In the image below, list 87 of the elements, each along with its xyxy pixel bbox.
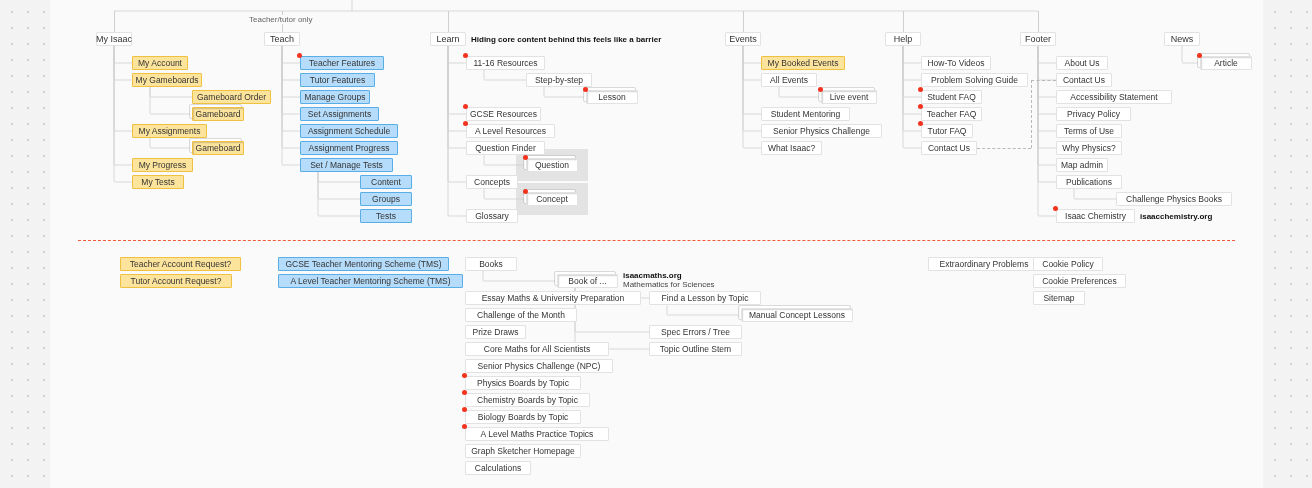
sitemap-node: What Isaac? — [761, 141, 822, 155]
sitemap-node: How-To Videos — [921, 56, 991, 70]
sitemap-node: Question — [526, 158, 578, 172]
sitemap-node: Senior Physics Challenge — [761, 124, 882, 138]
sitemap-node: Student Mentoring — [761, 107, 850, 121]
sitemap-node: Chemistry Boards by Topic — [465, 393, 590, 407]
sitemap-node: Manage Groups — [300, 90, 370, 104]
sitemap-node: Gameboard Order — [192, 90, 271, 104]
sitemap-node: My Tests — [132, 175, 184, 189]
section-node: News — [1164, 32, 1200, 46]
sitemap-node: Step-by-step — [526, 73, 592, 87]
section-node: Footer — [1020, 32, 1056, 46]
sitemap-node: About Us — [1056, 56, 1108, 70]
sitemap-node: Manual Concept Lessons — [741, 308, 853, 322]
sitemap-node: Calculations — [465, 461, 531, 475]
sitemap-node: Teacher FAQ — [921, 107, 982, 121]
sitemap-node: Lesson — [586, 90, 638, 104]
sitemap-node: Privacy Policy — [1056, 107, 1131, 121]
sitemap-node: Biology Boards by Topic — [465, 410, 581, 424]
sitemap-node: My Progress — [132, 158, 193, 172]
sitemap-node: Assignment Progress — [300, 141, 398, 155]
sitemap-node: Set / Manage Tests — [300, 158, 393, 172]
sitemap-node: Teacher Account Request? — [120, 257, 241, 271]
sitemap-node: Concepts — [466, 175, 518, 189]
sitemap-node: Content — [360, 175, 412, 189]
sitemap-node: Article — [1200, 56, 1252, 70]
sitemap-node: Physics Boards by Topic — [465, 376, 581, 390]
section-node: Help — [885, 32, 921, 46]
sitemap-node: Essay Maths & University Preparation — [465, 291, 641, 305]
sitemap-node: Cookie Policy — [1033, 257, 1103, 271]
sitemap-node: Live event — [821, 90, 877, 104]
sitemap-node: Isaac Chemistry — [1056, 209, 1135, 223]
sitemap-node: Assignment Schedule — [300, 124, 398, 138]
connector-label: Teacher/tutor only — [248, 15, 314, 24]
sitemap-node: Cookie Preferences — [1033, 274, 1126, 288]
sitemap-node: Publications — [1056, 175, 1122, 189]
sitemap-node: A Level Teacher Mentoring Scheme (TMS) — [278, 274, 463, 288]
sitemap-node: Concept — [526, 192, 578, 206]
sitemap-node: Tests — [360, 209, 412, 223]
sitemap-node: Tutor Account Request? — [120, 274, 232, 288]
sitemap-node: Tutor FAQ — [921, 124, 973, 138]
sitemap-node: Contact Us — [1056, 73, 1112, 87]
sitemap-node: Teacher Features — [300, 56, 384, 70]
sitemap-node: Challenge Physics Books — [1116, 192, 1232, 206]
section-node: Events — [725, 32, 761, 46]
sitemap-node: Topic Outline Stem — [649, 342, 742, 356]
sitemap-node: Contact Us — [921, 141, 977, 155]
sitemap-node: Book of ... — [557, 274, 618, 288]
sitemap-node: Senior Physics Challenge (NPC) — [465, 359, 613, 373]
sitemap-node: 11-16 Resources — [466, 56, 545, 70]
sitemap-node: Set Assignments — [300, 107, 379, 121]
sitemap-node: Glossary — [466, 209, 518, 223]
sitemap-node: Map admin — [1056, 158, 1108, 172]
sitemap-node: A Level Resources — [466, 124, 555, 138]
sitemap-node: Why Physics? — [1056, 141, 1122, 155]
sitemap-node: A Level Maths Practice Topics — [465, 427, 609, 441]
sitemap-node: Challenge of the Month — [465, 308, 577, 322]
sitemap-node: Accessibility Statement — [1056, 90, 1172, 104]
sitemap-node: Terms of Use — [1056, 124, 1122, 138]
sitemap-node: My Assignments — [132, 124, 207, 138]
sitemap-node: Tutor Features — [300, 73, 375, 87]
sitemap-node: Books — [465, 257, 517, 271]
node-note: Hiding core content behind this feels like a barrier — [471, 35, 662, 44]
sitemap-node: Gameboard — [192, 107, 244, 121]
sitemap-node: Groups — [360, 192, 412, 206]
sitemap-node: Core Maths for All Scientists — [465, 342, 609, 356]
section-node: Learn — [430, 32, 466, 46]
sitemap-node: Graph Sketcher Homepage — [465, 444, 581, 458]
node-note: isaacchemistry.org — [1140, 212, 1213, 221]
sitemap-node: Sitemap — [1033, 291, 1085, 305]
sitemap-node: Question Finder — [466, 141, 545, 155]
sitemap-node: Problem Solving Guide — [921, 73, 1028, 87]
sitemap-node: My Gameboards — [132, 73, 202, 87]
sitemap-node: My Booked Events — [761, 56, 845, 70]
section-node: Teach — [264, 32, 300, 46]
sitemap-node: Prize Draws — [465, 325, 526, 339]
sitemap-node: Spec Errors / Tree — [649, 325, 742, 339]
node-note-detail: Mathematics for Sciences — [623, 280, 715, 289]
sitemap-node: GCSE Teacher Mentoring Scheme (TMS) — [278, 257, 449, 271]
sitemap-node: All Events — [761, 73, 817, 87]
sitemap-node: Student FAQ — [921, 90, 982, 104]
sitemap-node: Gameboard — [192, 141, 244, 155]
sitemap-node: My Account — [132, 56, 188, 70]
sitemap-node: GCSE Resources — [466, 107, 541, 121]
node-note: isaacmaths.org — [623, 271, 682, 280]
sitemap-node: Find a Lesson by Topic — [649, 291, 761, 305]
section-node: My Isaac — [96, 32, 132, 46]
